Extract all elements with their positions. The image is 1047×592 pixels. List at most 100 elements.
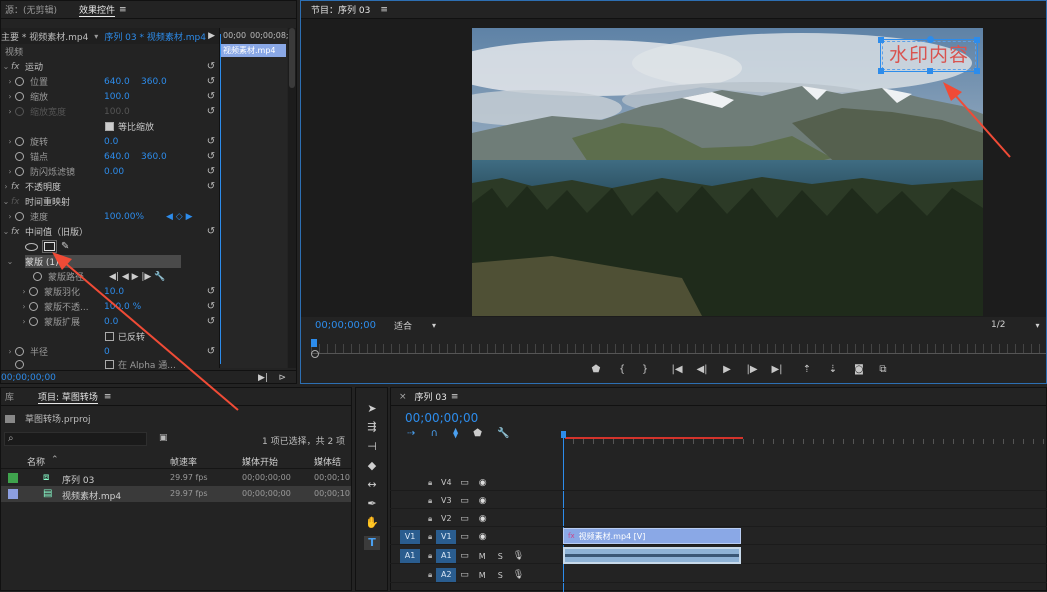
step-back-icon[interactable]: ◀| [695, 364, 709, 375]
prop-anchor[interactable]: 锚点 640.0 360.0 ↺ [1, 149, 217, 164]
ripple-edit-icon[interactable]: ⊣ [364, 440, 380, 454]
mask-track-controls[interactable]: ◀| ◀ ▶ |▶ 🔧 [109, 272, 165, 282]
sync-lock-icon[interactable]: ▭ [460, 570, 469, 580]
selection-tool-icon[interactable]: ➤ [364, 402, 380, 416]
mute-button[interactable]: M [479, 571, 486, 580]
wrench-icon[interactable]: 🔧 [497, 428, 509, 439]
stopwatch-icon[interactable] [15, 359, 24, 369]
marker-icon[interactable]: ⬟ [473, 428, 482, 439]
watermark-text[interactable]: 水印内容 [881, 40, 977, 71]
lock-icon[interactable]: 🔒︎ [428, 570, 432, 580]
video-frame[interactable]: 水印内容 [472, 28, 983, 316]
export-frame-icon[interactable]: ▶| [258, 373, 268, 383]
zoom-handle[interactable] [311, 350, 319, 358]
prop-rotation[interactable]: › 旋转 0.0 ↺ [1, 134, 217, 149]
eye-icon[interactable]: ◉ [479, 532, 487, 542]
stopwatch-icon[interactable] [29, 317, 38, 326]
mask-label[interactable]: 蒙版 (1) [25, 255, 59, 268]
resolution-dropdown[interactable]: 1/2 ▾ [991, 319, 1047, 331]
track-name[interactable]: V2 [436, 512, 456, 526]
source-patch[interactable] [400, 512, 420, 526]
close-icon[interactable]: × [399, 392, 407, 402]
source-patch[interactable] [400, 476, 420, 490]
rectangle-mask-icon[interactable] [42, 240, 57, 253]
stopwatch-icon[interactable] [29, 302, 38, 311]
microphone-icon[interactable]: 🎙︎ [513, 551, 524, 561]
handle-tm[interactable] [927, 36, 934, 43]
pen-mask-icon[interactable]: ✎ [61, 241, 69, 252]
chevron-right-icon[interactable]: › [5, 137, 15, 146]
lock-icon[interactable]: 🔒︎ [428, 532, 432, 542]
reset-icon[interactable]: ↺ [205, 316, 217, 327]
prop-mask-feather[interactable]: › 蒙版羽化 10.0 ↺ [1, 284, 217, 299]
play-icon[interactable]: ▶ [720, 364, 734, 375]
prop-alpha[interactable]: 在 Alpha 通... [1, 359, 217, 369]
lock-icon[interactable]: 🔒︎ [428, 551, 432, 561]
ellipse-mask-icon[interactable] [25, 242, 38, 251]
handle-bm[interactable] [927, 68, 933, 74]
stopwatch-icon[interactable] [15, 77, 24, 86]
column-name[interactable]: 名称 [27, 455, 45, 468]
type-tool-icon[interactable]: T [364, 536, 380, 550]
chevron-right-icon[interactable]: › [19, 302, 29, 311]
chevron-down-icon[interactable]: ⌄ [1, 62, 11, 71]
position-y[interactable]: 360.0 [141, 77, 167, 87]
reset-icon[interactable]: ↺ [205, 76, 217, 87]
prop-mask-opacity[interactable]: › 蒙版不透... 100.0 % ↺ [1, 299, 217, 314]
program-scrubber[interactable] [311, 344, 1046, 354]
inverted-checkbox[interactable] [105, 332, 114, 341]
reset-icon[interactable]: ↺ [205, 226, 217, 237]
anchor-x[interactable]: 640.0 [104, 152, 130, 162]
tab-project[interactable]: 项目: 草图转场 [38, 390, 98, 404]
prop-mask-expand[interactable]: › 蒙版扩展 0.0 ↺ [1, 314, 217, 329]
sync-lock-icon[interactable]: ▭ [460, 478, 469, 488]
video-clip[interactable]: fx 视频素材.mp4 [V] [563, 528, 741, 544]
microphone-icon[interactable]: 🎙︎ [513, 570, 524, 580]
reset-icon[interactable]: ↺ [205, 286, 217, 297]
eye-icon[interactable]: ◉ [479, 478, 487, 488]
prop-scale[interactable]: › 缩放 100.0 ↺ [1, 89, 217, 104]
speed-value[interactable]: 100.00% [104, 212, 144, 222]
stopwatch-icon[interactable] [15, 137, 24, 146]
timeline-timecode[interactable]: 00;00;00;00 [405, 411, 478, 425]
tab-source[interactable]: 源：(无剪辑) [5, 3, 57, 16]
extract-icon[interactable]: ⇣ [826, 364, 840, 375]
lock-icon[interactable]: 🔒︎ [428, 478, 432, 488]
prop-antiflicker[interactable]: › 防闪烁滤镜 0.00 ↺ [1, 164, 217, 179]
stopwatch-icon[interactable] [15, 347, 24, 356]
mark-in-icon[interactable]: { [615, 364, 629, 375]
chevron-down-icon[interactable]: ⌄ [5, 257, 15, 266]
razor-icon[interactable]: ◆ [364, 459, 380, 473]
lock-icon[interactable]: 🔒︎ [428, 496, 432, 506]
stopwatch-icon[interactable] [15, 167, 24, 176]
rotation-value[interactable]: 0.0 [104, 137, 118, 147]
handle-br[interactable] [974, 68, 980, 74]
compare-icon[interactable]: ⧉ [876, 364, 890, 375]
slip-icon[interactable]: ↔ [364, 478, 380, 492]
mark-out-icon[interactable]: } [638, 364, 652, 375]
mute-button[interactable]: M [479, 552, 486, 561]
solo-button[interactable]: S [498, 571, 503, 580]
chevron-right-icon[interactable]: › [5, 92, 15, 101]
master-label[interactable]: 主要 * 视频素材.mp4 [1, 30, 88, 43]
chevron-right-icon[interactable]: › [1, 182, 11, 191]
search-input[interactable]: ⌕ [4, 432, 147, 446]
mask-expand-value[interactable]: 0.0 [104, 317, 118, 327]
stopwatch-icon[interactable] [15, 92, 24, 101]
scale-value[interactable]: 100.0 [104, 92, 130, 102]
source-patch[interactable]: V1 [400, 530, 420, 544]
stopwatch-icon[interactable] [33, 272, 42, 281]
anchor-y[interactable]: 360.0 [141, 152, 167, 162]
sync-lock-icon[interactable]: ▭ [460, 551, 469, 561]
tab-library[interactable]: 库 [5, 390, 14, 403]
play-only-icon[interactable]: ▶ [208, 31, 215, 41]
lift-icon[interactable]: ⇡ [800, 364, 814, 375]
step-forward-icon[interactable]: |▶ [745, 364, 759, 375]
chevron-down-icon[interactable]: ⌄ [1, 227, 11, 236]
track-name[interactable]: A2 [436, 568, 457, 582]
antiflicker-value[interactable]: 0.00 [104, 167, 124, 177]
track-name[interactable]: V3 [436, 494, 456, 508]
sequence-clip-label[interactable]: 序列 03 * 视频素材.mp4 [104, 30, 206, 43]
mini-playhead[interactable] [220, 34, 221, 364]
snap-icon[interactable]: ∩ [431, 428, 438, 439]
